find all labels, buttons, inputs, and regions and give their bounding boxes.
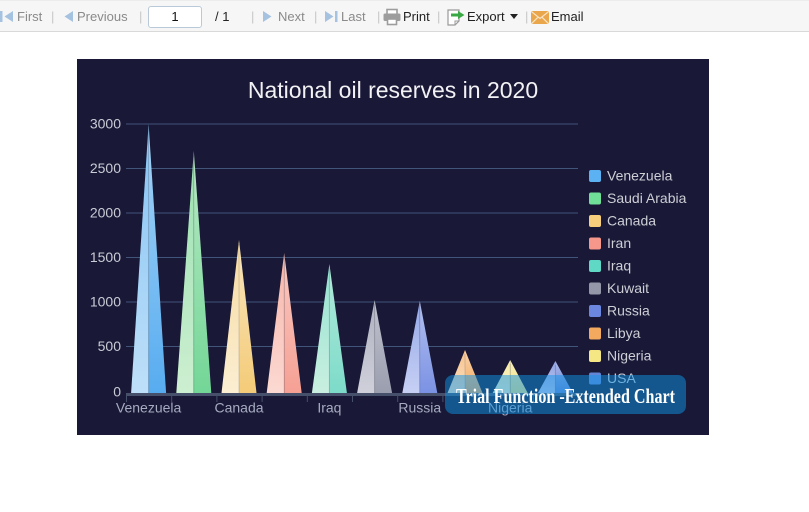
svg-text:1000: 1000 [90, 294, 121, 310]
svg-text:3000: 3000 [90, 116, 121, 132]
svg-text:Nigeria: Nigeria [607, 348, 652, 364]
svg-text:Venezuela: Venezuela [116, 400, 182, 416]
svg-text:2500: 2500 [90, 160, 121, 176]
svg-text:Canada: Canada [607, 213, 656, 229]
svg-text:Venezuela: Venezuela [607, 168, 673, 184]
svg-text:500: 500 [98, 338, 122, 354]
svg-text:Russia: Russia [607, 303, 650, 319]
svg-text:Russia: Russia [398, 400, 441, 416]
svg-text:Iraq: Iraq [607, 258, 631, 274]
svg-text:Iraq: Iraq [317, 400, 341, 416]
svg-text:0: 0 [113, 384, 121, 400]
svg-text:Canada: Canada [214, 400, 263, 416]
svg-text:National oil reserves in 2020: National oil reserves in 2020 [248, 77, 538, 103]
svg-text:Iran: Iran [607, 235, 631, 251]
svg-text:Trial Function -Extended Chart: Trial Function -Extended Chart [456, 384, 675, 408]
svg-text:Libya: Libya [607, 325, 641, 341]
svg-text:Saudi Arabia: Saudi Arabia [607, 190, 687, 206]
svg-text:Kuwait: Kuwait [607, 280, 649, 296]
svg-text:1500: 1500 [90, 249, 121, 265]
svg-text:2000: 2000 [90, 205, 121, 221]
